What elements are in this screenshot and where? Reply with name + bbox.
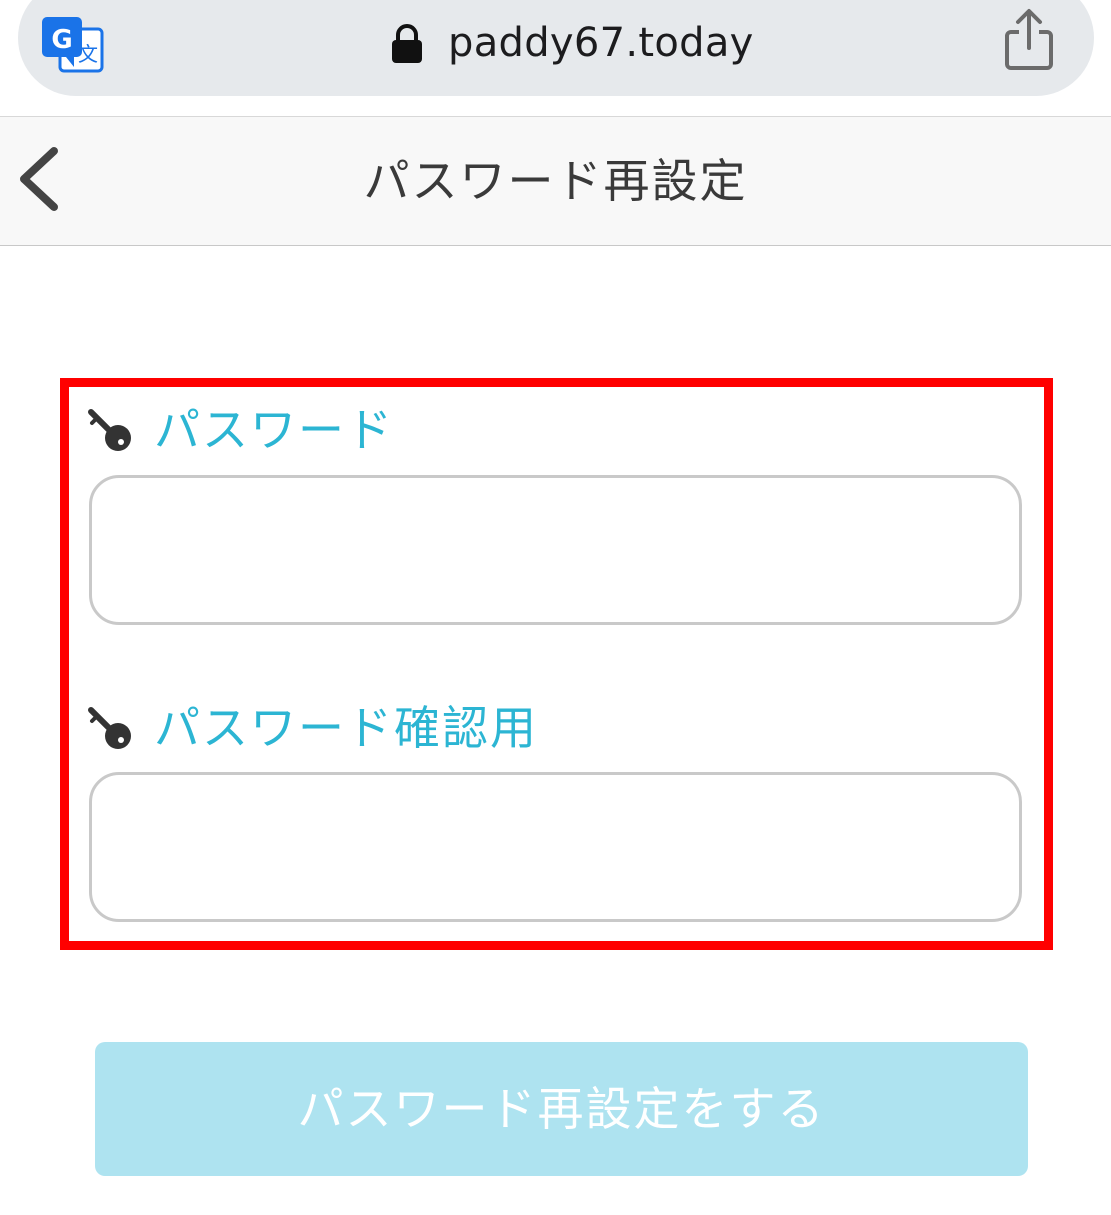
confirm-password-label: パスワード確認用: [154, 701, 538, 755]
confirm-label-row: パスワード確認用: [88, 698, 538, 758]
svg-text:G: G: [51, 25, 72, 55]
lock-icon: [392, 24, 422, 63]
key-icon: [88, 409, 131, 451]
share-icon[interactable]: [1003, 8, 1055, 72]
password-input[interactable]: [89, 475, 1022, 625]
confirm-password-input[interactable]: [89, 772, 1022, 922]
page-header: パスワード再設定: [0, 116, 1111, 246]
key-icon: [88, 707, 131, 749]
password-label-row: パスワード: [88, 400, 394, 460]
password-label: パスワード: [154, 403, 394, 457]
url-text[interactable]: paddy67.today: [448, 18, 754, 68]
translate-icon[interactable]: G 文: [40, 15, 104, 73]
svg-text:文: 文: [78, 42, 98, 66]
reset-password-button[interactable]: パスワード再設定をする: [95, 1042, 1028, 1176]
page-title: パスワード再設定: [363, 154, 748, 208]
browser-toolbar: G 文 paddy67.today: [0, 0, 1111, 116]
